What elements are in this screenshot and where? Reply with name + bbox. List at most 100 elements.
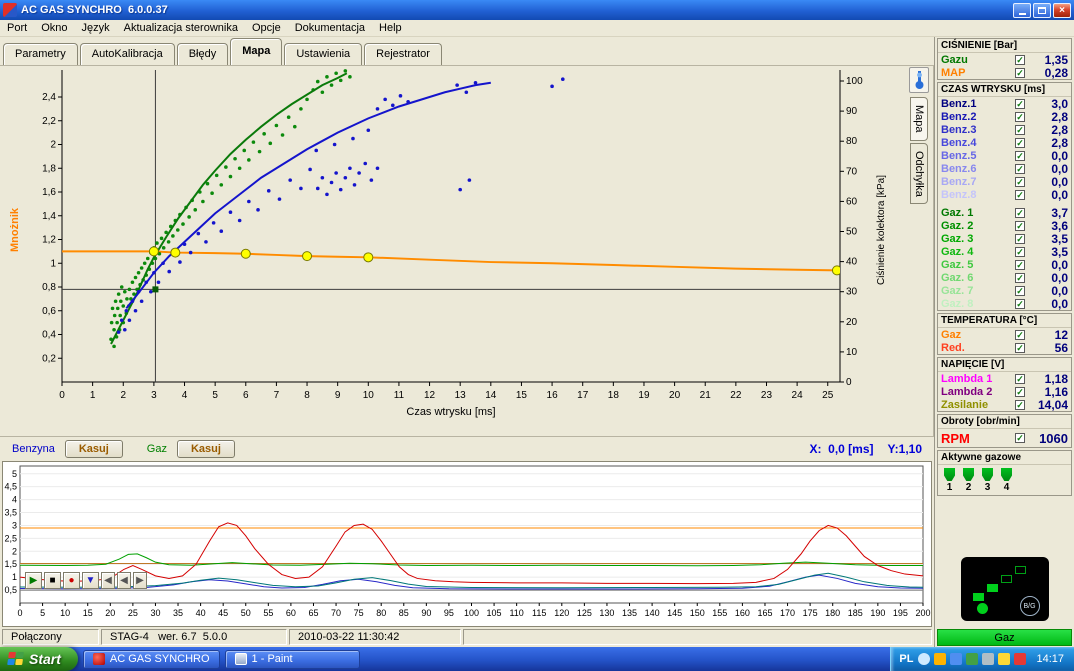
messenger-icon[interactable] [998, 653, 1011, 665]
menu-item-okno[interactable]: Okno [34, 21, 74, 35]
svg-text:2: 2 [12, 546, 17, 556]
svg-text:190: 190 [870, 608, 885, 618]
tab-mapa[interactable]: Mapa [230, 38, 283, 65]
gaz-scatter [116, 77, 565, 334]
menu-item-port[interactable]: Port [0, 21, 34, 35]
volume-icon[interactable] [950, 653, 963, 665]
row-checkbox[interactable]: ✓ [1015, 285, 1025, 296]
svg-text:1,5: 1,5 [4, 559, 17, 569]
close-button[interactable]: × [1053, 2, 1071, 18]
step-forward-button[interactable]: ▶ [133, 572, 147, 589]
benzyna-fit-line [110, 72, 348, 345]
menu-item-aktualizacja-sterownika[interactable]: Aktualizacja sterownika [117, 21, 245, 35]
tab-ustawienia[interactable]: Ustawienia [284, 43, 363, 65]
antivirus-shield-icon[interactable] [966, 653, 979, 665]
tab-bledy[interactable]: Błędy [176, 43, 229, 65]
row-checkbox[interactable]: ✓ [1015, 207, 1025, 218]
row-checkbox[interactable]: ✓ [1015, 137, 1025, 148]
row-checkbox[interactable]: ✓ [1015, 298, 1025, 309]
row-checkbox[interactable]: ✓ [1015, 386, 1025, 397]
kasuj-benzyna-button[interactable]: Kasuj [64, 440, 123, 458]
svg-text:23: 23 [761, 390, 773, 401]
row-checkbox[interactable]: ✓ [1015, 342, 1025, 353]
maximize-button[interactable] [1033, 2, 1051, 18]
row-checkbox[interactable]: ✓ [1015, 67, 1025, 78]
tab-autokalibracja[interactable]: AutoKalibracja [79, 43, 175, 65]
record-button[interactable]: ● [63, 572, 80, 589]
sensor-icon-button[interactable] [909, 67, 929, 93]
measurement-value: 1,18 [1044, 371, 1068, 386]
measurement-value: 0,28 [1044, 65, 1068, 80]
measurement-label: Benz.7 [941, 175, 977, 188]
svg-text:95: 95 [444, 608, 454, 618]
measurement-value: 0,0 [1051, 257, 1068, 272]
measurement-label: Gaz. 4 [941, 245, 974, 258]
svg-text:6: 6 [243, 390, 249, 401]
taskbar-item-acgas[interactable]: AC GAS SYNCHRO [82, 649, 220, 669]
tab-parametry[interactable]: Parametry [3, 43, 78, 65]
row-checkbox[interactable]: ✓ [1015, 373, 1025, 384]
menu-item-jezyk[interactable]: Język [74, 21, 116, 35]
row-checkbox[interactable]: ✓ [1015, 189, 1025, 200]
row-checkbox[interactable]: ✓ [1015, 124, 1025, 135]
bg-switch-button[interactable]: B/G [1019, 596, 1040, 616]
step-back-button[interactable]: ◀ [101, 572, 115, 589]
measurement-label: Gaz. 6 [941, 271, 974, 284]
injector-icon [963, 468, 974, 481]
hidden-icons-chevron[interactable] [918, 653, 931, 665]
oscilloscope-chart[interactable]: 0,511,522,533,544,550 5 10 15 20 25 30 35 40 45 50… [3, 462, 931, 625]
row-checkbox[interactable]: ✓ [1015, 259, 1025, 270]
row-checkbox[interactable]: ✓ [1015, 329, 1025, 340]
row-checkbox[interactable]: ✓ [1015, 54, 1025, 65]
taskbar-item-label: 1 - Paint [251, 653, 293, 665]
side-tab-odchylka[interactable]: Odchyłka [910, 142, 928, 205]
row-checkbox[interactable]: ✓ [1015, 246, 1025, 257]
section-title: CZAS WTRYSKU [ms] [938, 83, 1071, 97]
svg-text:5: 5 [12, 469, 17, 479]
svg-text:60: 60 [846, 196, 858, 207]
row-checkbox[interactable]: ✓ [1015, 272, 1025, 283]
tab-rejestrator[interactable]: Rejestrator [364, 43, 442, 65]
benzyna-label: Benzyna [12, 443, 55, 455]
svg-text:40: 40 [846, 257, 858, 268]
network-icon[interactable] [1014, 653, 1027, 665]
svg-text:2: 2 [120, 390, 126, 401]
row-checkbox[interactable]: ✓ [1015, 433, 1025, 443]
marker-button[interactable]: ▼ [82, 572, 99, 589]
menu-item-dokumentacja[interactable]: Dokumentacja [288, 21, 372, 35]
level-segment-on [986, 584, 998, 592]
row-checkbox[interactable]: ✓ [1015, 150, 1025, 161]
row-checkbox[interactable]: ✓ [1015, 98, 1025, 109]
row-checkbox[interactable]: ✓ [1015, 399, 1025, 410]
taskbar-item-paint[interactable]: 1 - Paint [224, 649, 360, 669]
measurement-label: Benz.2 [941, 110, 977, 123]
row-checkbox[interactable]: ✓ [1015, 220, 1025, 231]
svg-text:13: 13 [455, 390, 467, 401]
update-icon[interactable] [934, 653, 947, 665]
svg-text:90: 90 [846, 106, 858, 117]
svg-text:22: 22 [730, 390, 742, 401]
measurement-value: 56 [1054, 340, 1068, 355]
language-indicator[interactable]: PL [899, 653, 913, 665]
display-icon[interactable] [982, 653, 995, 665]
map-chart[interactable]: 0 1 2 3 4 5 6 7 8 9 10 11 12 13 14 15 16 17 18 19 20 21 22 23 24… [0, 66, 906, 434]
status-timestamp: 2010-03-22 11:30:42 [289, 629, 461, 645]
measurement-row-benz-1: Benz.1 ✓ 3,0 [938, 97, 1071, 111]
measurement-row-gaz-2: Gaz. 2 ✓ 3,6 [938, 219, 1071, 233]
menu-item-opcje[interactable]: Opcje [245, 21, 288, 35]
row-checkbox[interactable]: ✓ [1015, 111, 1025, 122]
row-checkbox[interactable]: ✓ [1015, 233, 1025, 244]
svg-text:155: 155 [712, 608, 727, 618]
kasuj-gaz-button[interactable]: Kasuj [176, 440, 235, 458]
menu-item-help[interactable]: Help [372, 21, 409, 35]
start-button[interactable]: Start [0, 647, 78, 671]
window-title: AC GAS SYNCHRO 6.0.0.37 [21, 4, 168, 16]
side-tab-mapa[interactable]: Mapa [910, 97, 928, 141]
row-checkbox[interactable]: ✓ [1015, 176, 1025, 187]
play-button[interactable]: ▶ [25, 572, 42, 589]
step-back-2-button[interactable]: ◀ [117, 572, 131, 589]
row-checkbox[interactable]: ✓ [1015, 163, 1025, 174]
minimize-button[interactable] [1013, 2, 1031, 18]
stop-button[interactable]: ■ [44, 572, 61, 589]
measurement-value: 0,0 [1051, 187, 1068, 202]
